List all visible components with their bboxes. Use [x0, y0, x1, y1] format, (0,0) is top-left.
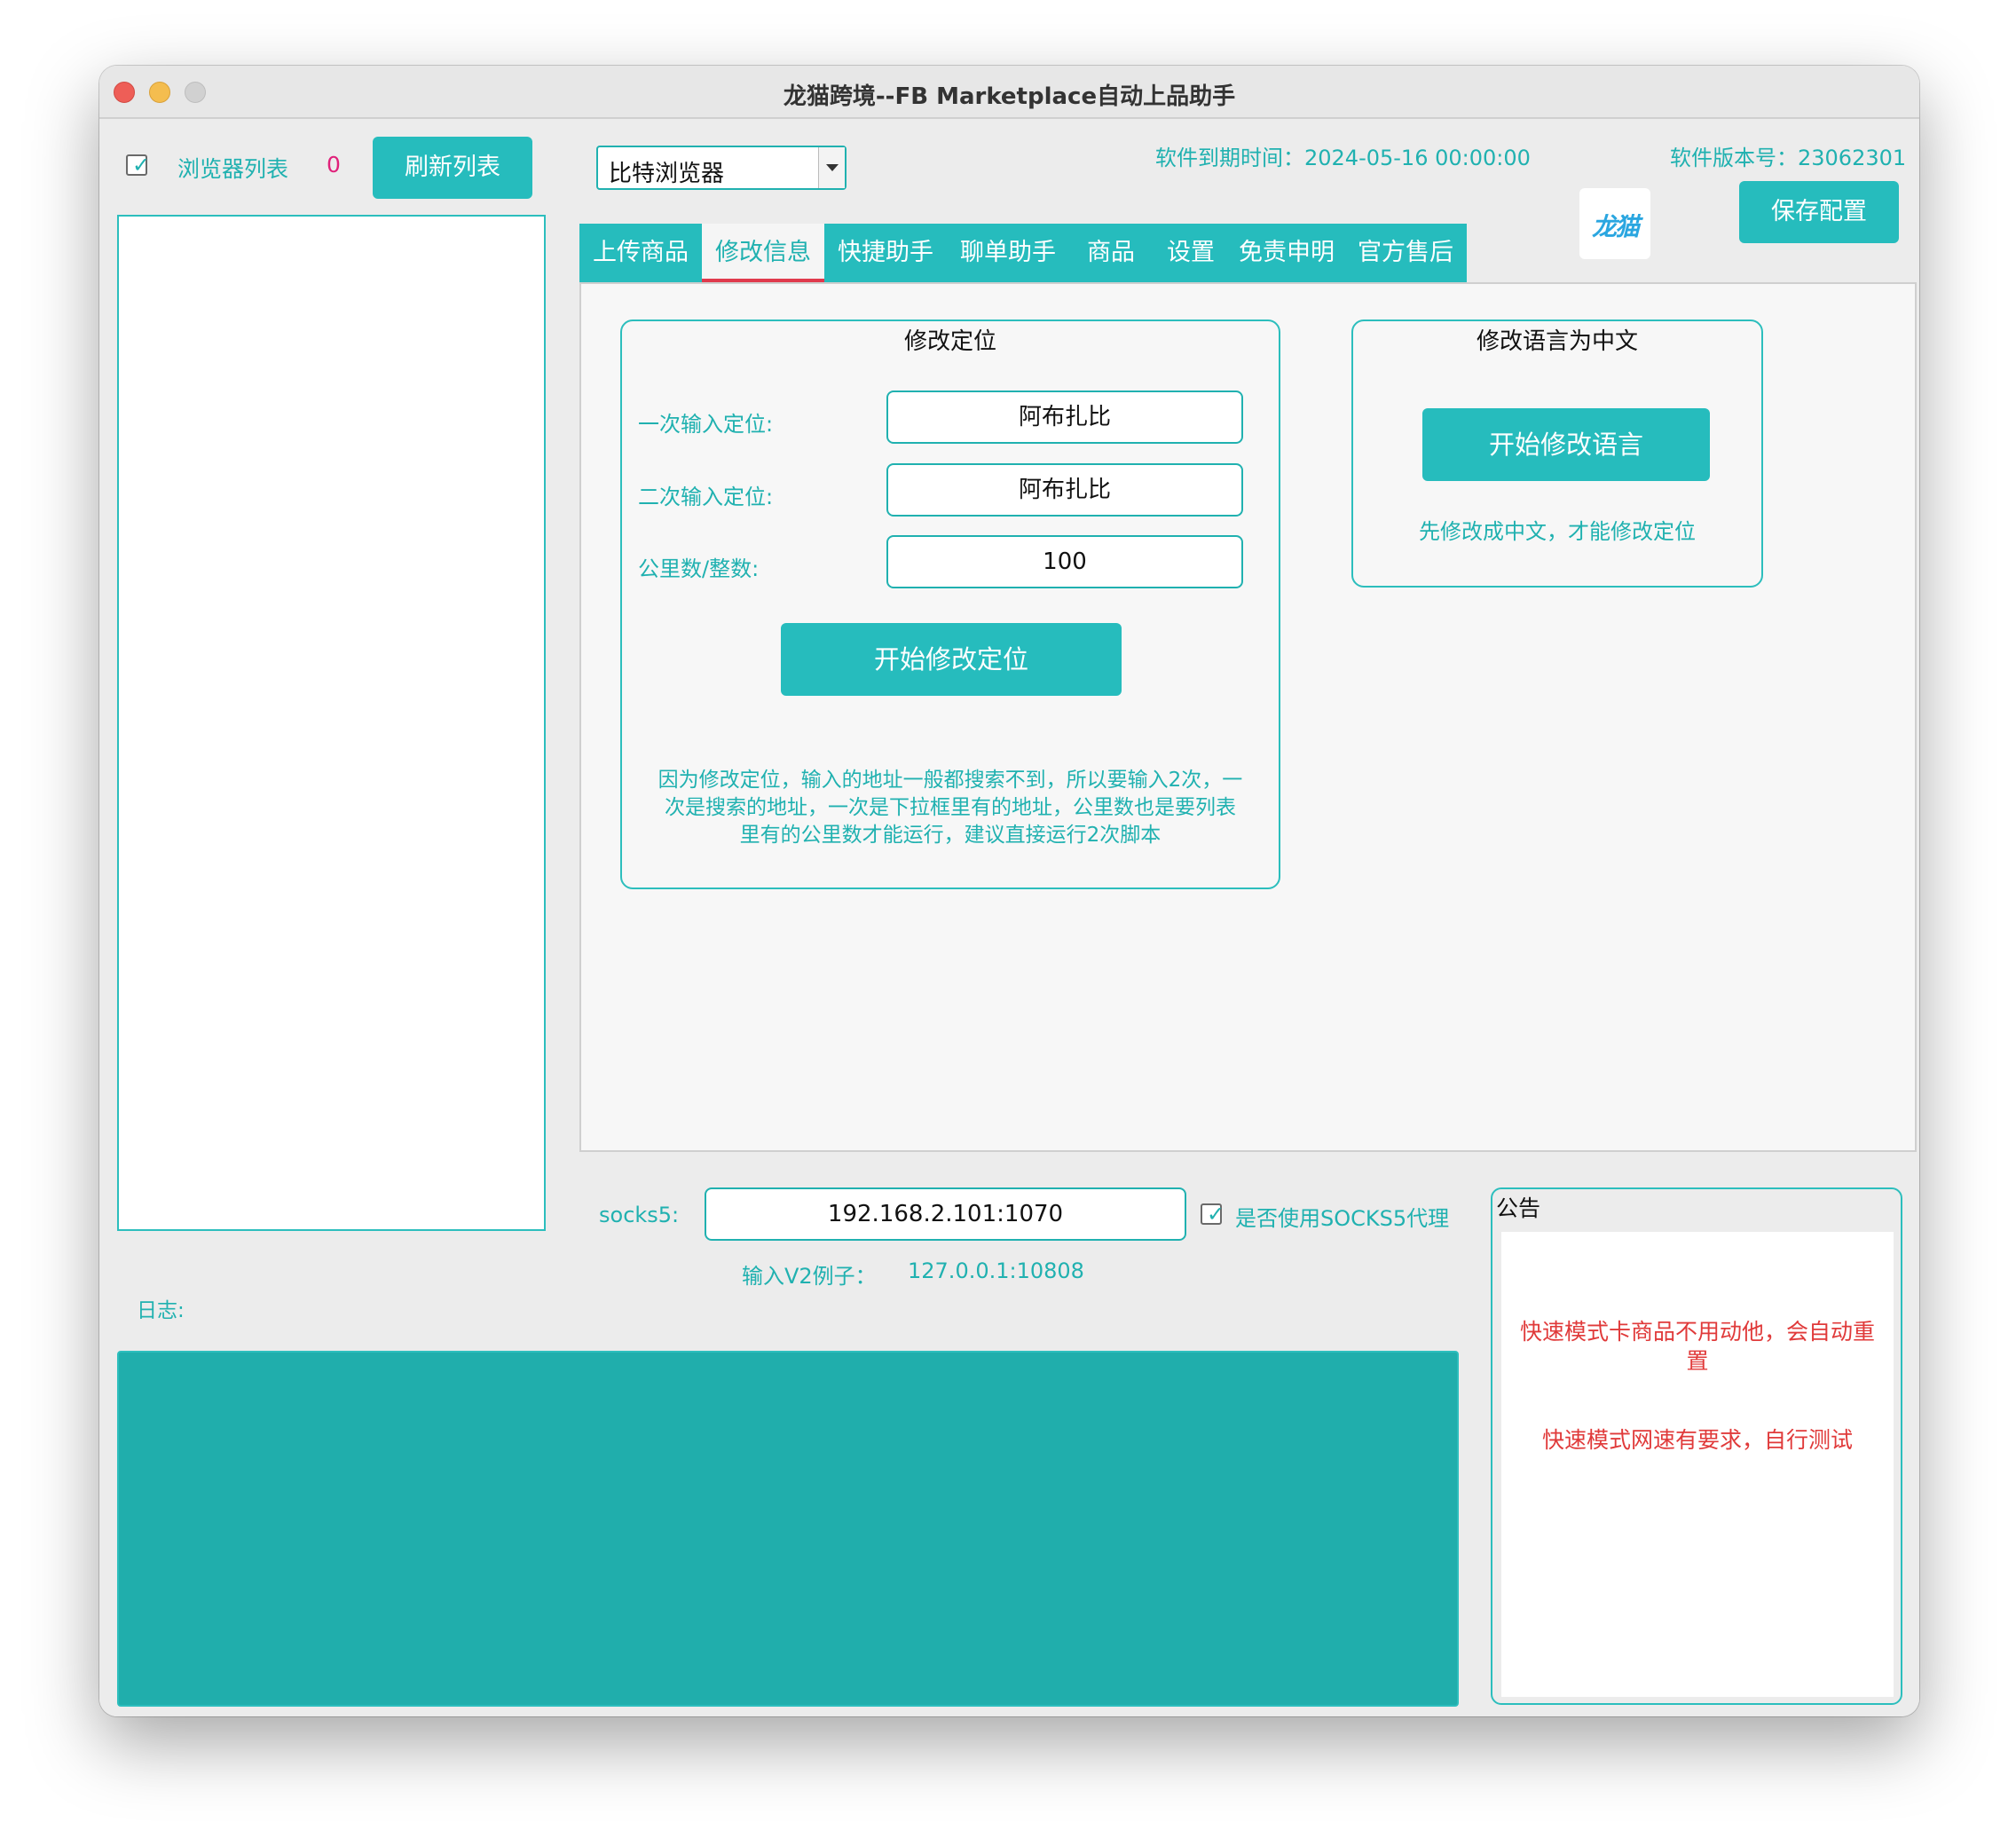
notice-panel: 公告 快速模式卡商品不用动他，会自动重 置 快速模式网速有要求，自行测试 — [1491, 1187, 1902, 1705]
socks5-label: socks5: — [599, 1203, 680, 1227]
tab-after-sales[interactable]: 官方售后 — [1344, 224, 1467, 282]
logo: 龙猫 — [1579, 188, 1650, 259]
first-location-input[interactable]: 阿布扎比 — [886, 390, 1243, 444]
save-config-button[interactable]: 保存配置 — [1739, 181, 1899, 243]
language-note: 先修改成中文，才能修改定位 — [1419, 519, 1696, 544]
use-socks5-label: 是否使用SOCKS5代理 — [1235, 1206, 1450, 1231]
location-note-line-1: 因为修改定位，输入的地址一般都搜索不到，所以要输入2次，一 — [658, 769, 1243, 792]
use-socks5-checkbox[interactable]: ✓ — [1201, 1202, 1225, 1227]
log-label: 日志: — [137, 1299, 185, 1322]
location-note-line-3: 里有的公里数才能运行，建议直接运行2次脚本 — [739, 824, 1162, 847]
notice-title: 公告 — [1496, 1195, 1541, 1221]
tab-chat-assistant[interactable]: 聊单助手 — [947, 224, 1069, 282]
browser-select[interactable]: 比特浏览器 — [596, 146, 847, 190]
checkmark-icon: ✓ — [132, 153, 151, 178]
notice-line-1-cont: 置 — [1686, 1348, 1709, 1374]
language-group-title: 修改语言为中文 — [1476, 328, 1638, 355]
start-modify-language-button[interactable]: 开始修改语言 — [1422, 408, 1710, 481]
chevron-down-icon[interactable] — [818, 147, 845, 188]
v2-example-value: 127.0.0.1:10808 — [908, 1258, 1084, 1283]
browser-list-label: 浏览器列表 — [177, 156, 289, 182]
tab-quick-assistant[interactable]: 快捷助手 — [824, 224, 947, 282]
notice-body: 快速模式卡商品不用动他，会自动重 置 快速模式网速有要求，自行测试 — [1501, 1232, 1894, 1697]
tab-bar: 上传商品 修改信息 快捷助手 聊单助手 商品 设置 免责申明 官方售后 — [579, 224, 1467, 282]
notice-line-1: 快速模式卡商品不用动他，会自动重 — [1519, 1319, 1875, 1345]
notice-line-2: 快速模式网速有要求，自行测试 — [1541, 1427, 1853, 1453]
checkmark-icon: ✓ — [1207, 1202, 1225, 1227]
browser-count: 0 — [327, 152, 341, 178]
language-group: 修改语言为中文 开始修改语言 先修改成中文，才能修改定位 — [1351, 320, 1763, 588]
km-label: 公里数/整数: — [638, 556, 760, 581]
app-window: 龙猫跨境--FB Marketplace自动上品助手 ✓ 浏览器列表 0 刷新列… — [99, 66, 1919, 1716]
tab-modify-info[interactable]: 修改信息 — [702, 224, 824, 282]
logo-text: 龙猫 — [1591, 212, 1640, 241]
location-group-title: 修改定位 — [903, 328, 996, 355]
browser-listbox[interactable] — [117, 215, 546, 1231]
km-input[interactable]: 100 — [886, 535, 1243, 588]
version-text: 软件版本号：23062301 — [1670, 146, 1907, 170]
tab-disclaimer[interactable]: 免责申明 — [1229, 224, 1344, 282]
title-bar[interactable]: 龙猫跨境--FB Marketplace自动上品助手 — [99, 66, 1919, 119]
refresh-list-button[interactable]: 刷新列表 — [373, 137, 532, 199]
second-location-label: 二次输入定位: — [638, 485, 774, 509]
expiry-text: 软件到期时间：2024-05-16 00:00:00 — [1155, 146, 1531, 170]
location-group: 修改定位 一次输入定位: 阿布扎比 二次输入定位: 阿布扎比 公里数/整数: 1… — [620, 320, 1280, 889]
second-location-input[interactable]: 阿布扎比 — [886, 463, 1243, 517]
start-modify-location-button[interactable]: 开始修改定位 — [781, 623, 1122, 696]
location-note-line-2: 次是搜索的地址，一次是下拉框里有的地址，公里数也是要列表 — [665, 796, 1236, 819]
first-location-label: 一次输入定位: — [638, 412, 774, 437]
tab-upload-products[interactable]: 上传商品 — [579, 224, 702, 282]
v2-example-label: 输入V2例子： — [742, 1264, 877, 1289]
window-title: 龙猫跨境--FB Marketplace自动上品助手 — [783, 83, 1236, 110]
tab-settings[interactable]: 设置 — [1153, 224, 1229, 282]
browser-select-value: 比特浏览器 — [609, 161, 725, 187]
tab-products[interactable]: 商品 — [1069, 224, 1153, 282]
log-output[interactable] — [117, 1351, 1459, 1707]
socks5-input[interactable]: 192.168.2.101:1070 — [705, 1187, 1186, 1241]
tab-content-panel: 修改定位 一次输入定位: 阿布扎比 二次输入定位: 阿布扎比 公里数/整数: 1… — [579, 282, 1917, 1152]
browser-list-checkbox[interactable]: ✓ — [126, 153, 151, 178]
